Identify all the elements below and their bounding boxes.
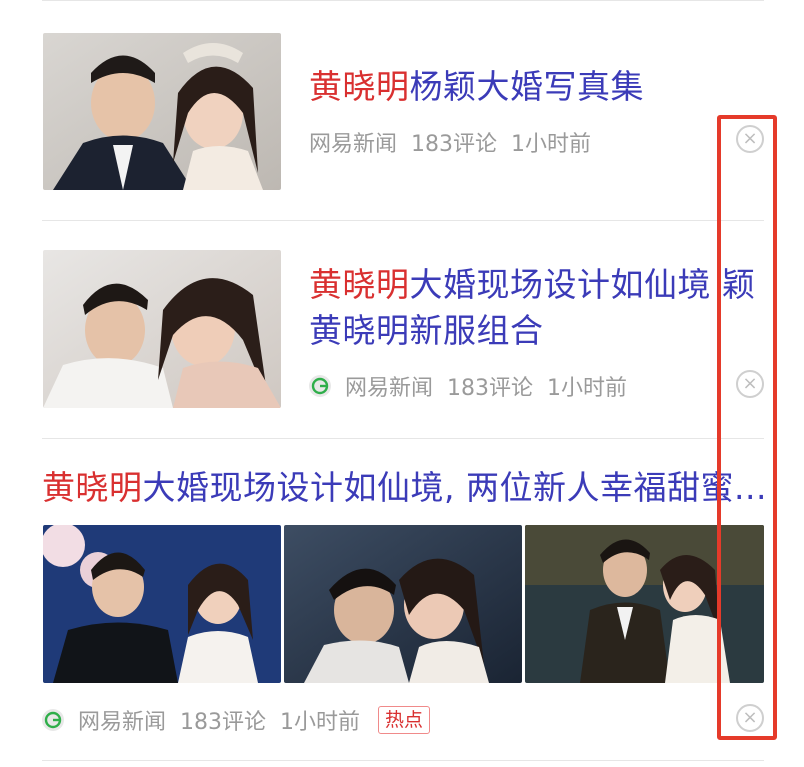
annotation-highlight-box: [717, 115, 777, 740]
divider: [42, 438, 764, 439]
news-thumbnail[interactable]: [43, 250, 281, 408]
news-thumbnail-1[interactable]: [43, 525, 281, 683]
comment-count: 183评论: [411, 132, 498, 157]
divider: [42, 220, 764, 221]
timestamp: 1小时前: [511, 132, 592, 157]
title-highlight: 黄晓明: [309, 265, 410, 304]
comment-count: 183评论: [447, 376, 534, 401]
source-name: 网易新闻: [345, 376, 434, 401]
news-thumbnail-2[interactable]: [284, 525, 522, 683]
timestamp: 1小时前: [280, 710, 361, 735]
news-title-line2[interactable]: 黄晓明新服组合: [309, 308, 544, 354]
source-name: 网易新闻: [78, 710, 167, 735]
title-text: 杨颖大婚写真集: [409, 67, 644, 106]
source-logo-icon: [42, 709, 64, 731]
news-title[interactable]: 黄晓明大婚现场设计如仙境, 两位新人幸福甜蜜...: [42, 465, 767, 511]
comment-count: 183评论: [180, 710, 267, 735]
divider: [42, 760, 764, 761]
source-name: 网易新闻: [309, 132, 398, 157]
news-thumbnail[interactable]: [43, 33, 281, 190]
title-text-line2: 黄晓明新服组合: [309, 311, 544, 350]
news-meta: 网易新闻 183评论 1小时前: [309, 370, 641, 402]
title-text-line1: 大婚现场设计如仙境 颖: [409, 265, 756, 304]
title-text: 大婚现场设计如仙境, 两位新人幸福甜蜜...: [142, 468, 767, 507]
news-meta: 网易新闻 183评论 1小时前: [309, 126, 605, 158]
news-title[interactable]: 黄晓明杨颖大婚写真集: [309, 64, 644, 110]
timestamp: 1小时前: [547, 376, 628, 401]
title-highlight: 黄晓明: [309, 67, 410, 106]
title-highlight: 黄晓明: [42, 468, 143, 507]
news-title[interactable]: 黄晓明大婚现场设计如仙境 颖: [309, 262, 756, 308]
source-logo-icon: [309, 375, 331, 397]
hot-badge: 热点: [378, 706, 431, 734]
divider-top: [42, 0, 764, 1]
news-meta: 网易新闻 183评论 1小时前 热点: [42, 704, 444, 736]
